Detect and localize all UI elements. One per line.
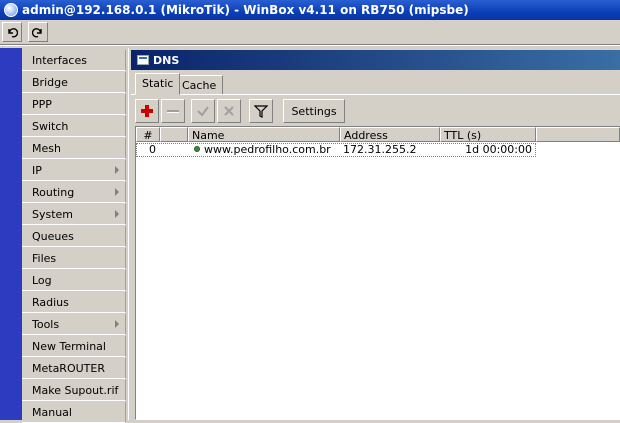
dns-window-titlebar[interactable]: DNS — [131, 50, 620, 70]
menu-item-ppp[interactable]: PPP — [22, 94, 126, 115]
row-address: 172.31.255.2 — [343, 143, 417, 156]
column-name[interactable]: Name — [188, 127, 340, 142]
menu-item-ip[interactable]: IP — [22, 160, 126, 181]
column-flags[interactable] — [160, 127, 188, 142]
menu-item-mesh[interactable]: Mesh — [22, 138, 126, 159]
remove-button[interactable] — [161, 99, 185, 123]
disable-button[interactable] — [217, 99, 241, 123]
vertical-brand-strip — [0, 48, 22, 420]
column-filler — [536, 127, 620, 142]
menu-item-label: Queues — [32, 230, 74, 243]
menu-item-label: New Terminal — [32, 340, 106, 353]
submenu-arrow-icon — [115, 166, 119, 174]
row-name-cell: www.pedrofilho.com.br — [194, 143, 331, 157]
x-icon — [224, 106, 234, 116]
menu-item-label: Interfaces — [32, 54, 87, 67]
tab-static[interactable]: Static — [135, 73, 181, 95]
column-number[interactable]: # — [136, 127, 160, 142]
menu-item-radius[interactable]: Radius — [22, 292, 126, 313]
column-address[interactable]: Address — [340, 127, 440, 142]
menu-item-label: Manual — [32, 406, 72, 419]
column-ttl[interactable]: TTL (s) — [440, 127, 536, 142]
title-bar: admin@192.168.0.1 (MikroTik) - WinBox v4… — [0, 0, 620, 20]
menu-item-metarouter[interactable]: MetaROUTER — [22, 358, 126, 379]
enable-button[interactable] — [191, 99, 215, 123]
row-name: www.pedrofilho.com.br — [204, 143, 331, 156]
menu-item-tools[interactable]: Tools — [22, 314, 126, 335]
table-header: # Name Address TTL (s) — [136, 127, 620, 142]
status-dot-icon — [194, 146, 200, 152]
submenu-arrow-icon — [115, 320, 119, 328]
redo-icon — [32, 28, 42, 38]
menu-item-label: Bridge — [32, 76, 68, 89]
window-title: admin@192.168.0.1 (MikroTik) - WinBox v4… — [22, 3, 469, 17]
submenu-arrow-icon — [115, 210, 119, 218]
menu-item-label: Make Supout.rif — [32, 384, 119, 397]
menu-item-interfaces[interactable]: Interfaces — [22, 50, 126, 71]
undo-button[interactable] — [2, 22, 22, 42]
menu-item-label: MetaROUTER — [32, 362, 105, 375]
toolbar-separator — [0, 44, 620, 46]
menu-item-new-terminal[interactable]: New Terminal — [22, 336, 126, 357]
menu-item-routing[interactable]: Routing — [22, 182, 126, 203]
dns-static-table: # Name Address TTL (s) 0 www.pedrofilho.… — [135, 126, 620, 420]
settings-button[interactable]: Settings — [283, 99, 345, 123]
menu-item-files[interactable]: Files — [22, 248, 126, 269]
menu-item-label: Tools — [32, 318, 60, 331]
tab-cache[interactable]: Cache — [175, 75, 224, 95]
main-menu: Interfaces Bridge PPP Switch Mesh IP Rou… — [22, 48, 126, 423]
add-button[interactable] — [135, 99, 159, 123]
menu-item-switch[interactable]: Switch — [22, 116, 126, 137]
menu-item-label: Radius — [32, 296, 69, 309]
dns-window: DNS Static Cache Settings # Name Address… — [128, 48, 620, 420]
filter-button[interactable] — [249, 99, 273, 123]
undo-icon — [8, 28, 18, 38]
window-icon — [137, 55, 149, 65]
redo-button[interactable] — [28, 22, 48, 42]
filter-icon — [254, 105, 268, 118]
submenu-arrow-icon — [115, 188, 119, 196]
menu-item-label: Files — [32, 252, 57, 265]
check-icon — [197, 106, 209, 117]
menu-item-system[interactable]: System — [22, 204, 126, 225]
menu-item-label: System — [32, 208, 74, 221]
menu-item-bridge[interactable]: Bridge — [22, 72, 126, 93]
menu-item-label: IP — [32, 164, 42, 177]
plus-icon — [141, 105, 153, 117]
table-row[interactable]: 0 www.pedrofilho.com.br 172.31.255.2 1d … — [136, 143, 620, 157]
menu-item-log[interactable]: Log — [22, 270, 126, 291]
menu-item-label: Switch — [32, 120, 69, 133]
menu-item-make-supout[interactable]: Make Supout.rif — [22, 380, 126, 401]
menu-item-label: Mesh — [32, 142, 61, 155]
winbox-app-icon — [4, 3, 18, 17]
menu-item-queues[interactable]: Queues — [22, 226, 126, 247]
minus-icon — [167, 110, 179, 113]
row-number: 0 — [149, 143, 156, 156]
dns-window-title: DNS — [153, 53, 180, 67]
main-toolbar — [0, 20, 620, 44]
tab-divider — [131, 94, 620, 95]
menu-item-label: Routing — [32, 186, 75, 199]
menu-item-label: PPP — [32, 98, 52, 111]
row-ttl: 1d 00:00:00 — [465, 143, 532, 156]
menu-item-label: Log — [32, 274, 52, 287]
